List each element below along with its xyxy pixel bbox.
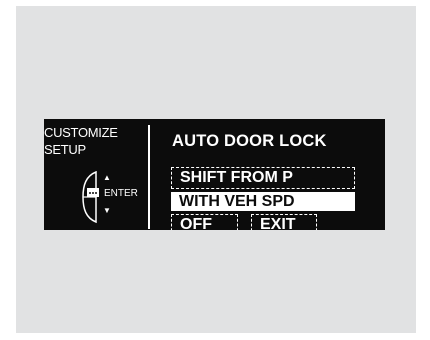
- option-off[interactable]: OFF: [171, 214, 238, 230]
- customize-setup-label: CUSTOMIZE SETUP: [44, 125, 118, 157]
- option-shift-from-p[interactable]: SHIFT FROM P: [171, 167, 355, 189]
- divider: [148, 125, 150, 229]
- selector-knob[interactable]: ▲ ENTER ▼: [82, 171, 140, 227]
- arrow-down-icon: ▼: [103, 206, 111, 215]
- menu-title: AUTO DOOR LOCK: [172, 132, 327, 150]
- enter-label: ENTER: [104, 188, 138, 199]
- option-with-veh-spd[interactable]: WITH VEH SPD: [171, 192, 355, 211]
- arrow-up-icon: ▲: [103, 173, 111, 182]
- option-exit[interactable]: EXIT: [251, 214, 317, 230]
- lcd-display: CUSTOMIZE SETUP ▲ ENTER ▼ AUTO DOOR LOCK…: [44, 119, 385, 230]
